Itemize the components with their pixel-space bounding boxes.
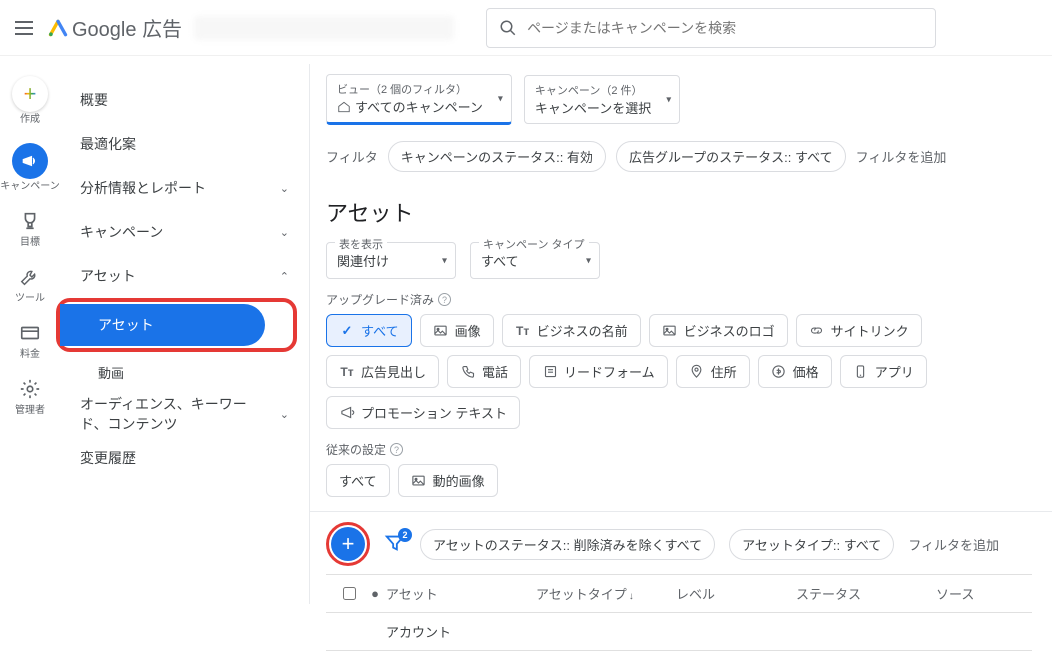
th-source[interactable]: ソース <box>936 584 1024 603</box>
th-asset-type[interactable]: アセットタイプ↓ <box>536 584 676 603</box>
product-logo: Google 広告 <box>48 13 182 42</box>
home-icon <box>337 100 351 114</box>
link-icon <box>809 323 825 339</box>
separator <box>310 511 1052 512</box>
pin-icon <box>689 364 705 380</box>
asset-type-chip[interactable]: ビジネスのロゴ <box>649 314 788 347</box>
chevron-up-icon: ⌃ <box>280 270 289 283</box>
th-level[interactable]: レベル <box>676 584 796 603</box>
cell-asset: アカウント <box>386 622 536 641</box>
filter-chip-asset-type[interactable]: アセットタイプ:: すべて <box>729 529 894 560</box>
asset-type-chip[interactable]: 住所 <box>676 355 750 388</box>
table-row[interactable]: アカウント <box>326 613 1032 651</box>
filter-chip-asset-status[interactable]: アセットのステータス:: 削除済みを除くすべて <box>420 529 715 560</box>
chevron-down-icon: ⌄ <box>280 182 289 195</box>
asset-type-chip[interactable]: アプリ <box>840 355 927 388</box>
rail-create[interactable]: + 作成 <box>12 76 48 125</box>
sidebar-assets-active[interactable]: アセット <box>60 304 265 346</box>
status-dot-header: ● <box>364 586 386 601</box>
check-icon: ✓ <box>339 323 355 339</box>
tt-icon: Tᴛ <box>339 364 355 380</box>
sidebar-campaigns[interactable]: キャンペーン⌄ <box>60 210 309 254</box>
view-selector[interactable]: ビュー（2 個のフィルタ） すべてのキャンペーン ▾ <box>326 74 512 125</box>
asset-type-chip[interactable]: 電話 <box>447 355 521 388</box>
add-asset-button[interactable]: + <box>331 527 365 561</box>
price-icon <box>771 364 787 380</box>
help-icon[interactable]: ? <box>390 443 403 456</box>
caret-icon: ▾ <box>442 255 447 266</box>
search-box[interactable] <box>486 8 936 48</box>
trophy-icon <box>19 210 41 235</box>
asset-type-chip[interactable]: 動的画像 <box>398 464 498 497</box>
legacy-label: 従来の設定 <box>326 441 386 458</box>
app-icon <box>853 364 869 380</box>
upgraded-label: アップグレード済み <box>326 291 434 308</box>
asset-type-chip[interactable]: ✓すべて <box>326 314 412 347</box>
asset-type-chip[interactable]: Tᴛビジネスの名前 <box>502 314 641 347</box>
asset-type-chip[interactable]: リードフォーム <box>529 355 668 388</box>
assets-table: ● アセット アセットタイプ↓ レベル ステータス ソース アカウント <box>326 574 1032 651</box>
logo-text-suffix: 広告 <box>142 19 182 41</box>
caret-icon: ▾ <box>666 94 671 105</box>
plus-icon: + <box>12 76 48 112</box>
image-icon <box>411 473 427 489</box>
tt-icon: Tᴛ <box>515 323 531 339</box>
form-icon <box>542 364 558 380</box>
rail-goals[interactable]: 目標 <box>19 210 41 248</box>
highlight-circle: + <box>326 522 370 566</box>
asset-type-chip[interactable]: Tᴛ広告見出し <box>326 355 439 388</box>
logo-text-google: Google <box>72 19 137 41</box>
sidebar-history[interactable]: 変更履歴 <box>60 436 309 480</box>
add-filter-link-2[interactable]: フィルタを追加 <box>908 535 999 554</box>
image-icon <box>433 323 449 339</box>
add-filter-link[interactable]: フィルタを追加 <box>856 147 947 166</box>
asset-type-chip[interactable]: プロモーション テキスト <box>326 396 520 429</box>
table-display-select[interactable]: 表を表示 関連付け ▾ <box>326 242 456 279</box>
rail-billing[interactable]: 料金 <box>19 322 41 360</box>
campaign-type-select[interactable]: キャンペーン タイプ すべて ▾ <box>470 242 600 279</box>
image-icon <box>662 323 678 339</box>
funnel-count-badge: 2 <box>398 528 412 542</box>
sidebar-video[interactable]: 動画 <box>60 352 309 392</box>
gear-icon <box>19 378 41 403</box>
highlight-box: アセット <box>56 298 297 352</box>
promo-icon <box>339 405 355 421</box>
account-info-blurred <box>194 16 454 40</box>
asset-type-chip[interactable]: すべて <box>326 464 390 497</box>
caret-icon: ▾ <box>498 93 503 104</box>
sidebar-assets[interactable]: アセット⌃ <box>60 254 309 298</box>
filter-label: フィルタ <box>326 147 378 166</box>
rail-tools[interactable]: ツール <box>15 266 45 304</box>
chevron-down-icon: ⌄ <box>280 408 289 421</box>
sidebar-audience[interactable]: オーディエンス、キーワード、コンテンツ⌄ <box>60 392 309 436</box>
sidebar-insights[interactable]: 分析情報とレポート⌄ <box>60 166 309 210</box>
filter-chip-campaign-status[interactable]: キャンペーンのステータス:: 有効 <box>388 141 606 172</box>
search-icon <box>499 19 517 37</box>
phone-icon <box>460 364 476 380</box>
select-all-checkbox[interactable] <box>343 587 356 600</box>
search-input[interactable] <box>527 20 923 36</box>
rail-admin[interactable]: 管理者 <box>15 378 45 416</box>
hamburger-icon[interactable] <box>12 16 36 40</box>
asset-type-chip[interactable]: 画像 <box>420 314 494 347</box>
caret-icon: ▾ <box>586 255 591 266</box>
section-title: アセット <box>326 196 1032 228</box>
filter-chip-adgroup-status[interactable]: 広告グループのステータス:: すべて <box>616 141 846 172</box>
filter-funnel-button[interactable]: 2 <box>384 532 406 557</box>
chevron-down-icon: ⌄ <box>280 226 289 239</box>
sidebar-overview[interactable]: 概要 <box>60 78 309 122</box>
megaphone-icon <box>12 143 48 179</box>
help-icon[interactable]: ? <box>438 293 451 306</box>
th-asset[interactable]: アセット <box>386 584 536 603</box>
campaign-selector[interactable]: キャンペーン（2 件） キャンペーンを選択 ▾ <box>524 75 680 124</box>
th-status[interactable]: ステータス <box>796 584 936 603</box>
wrench-icon <box>19 266 41 291</box>
asset-type-chip[interactable]: サイトリンク <box>796 314 922 347</box>
sort-down-icon: ↓ <box>629 591 634 602</box>
rail-campaigns[interactable]: キャンペーン <box>0 143 60 192</box>
sidebar-optimization[interactable]: 最適化案 <box>60 122 309 166</box>
card-icon <box>19 322 41 347</box>
asset-type-chip[interactable]: 価格 <box>758 355 832 388</box>
